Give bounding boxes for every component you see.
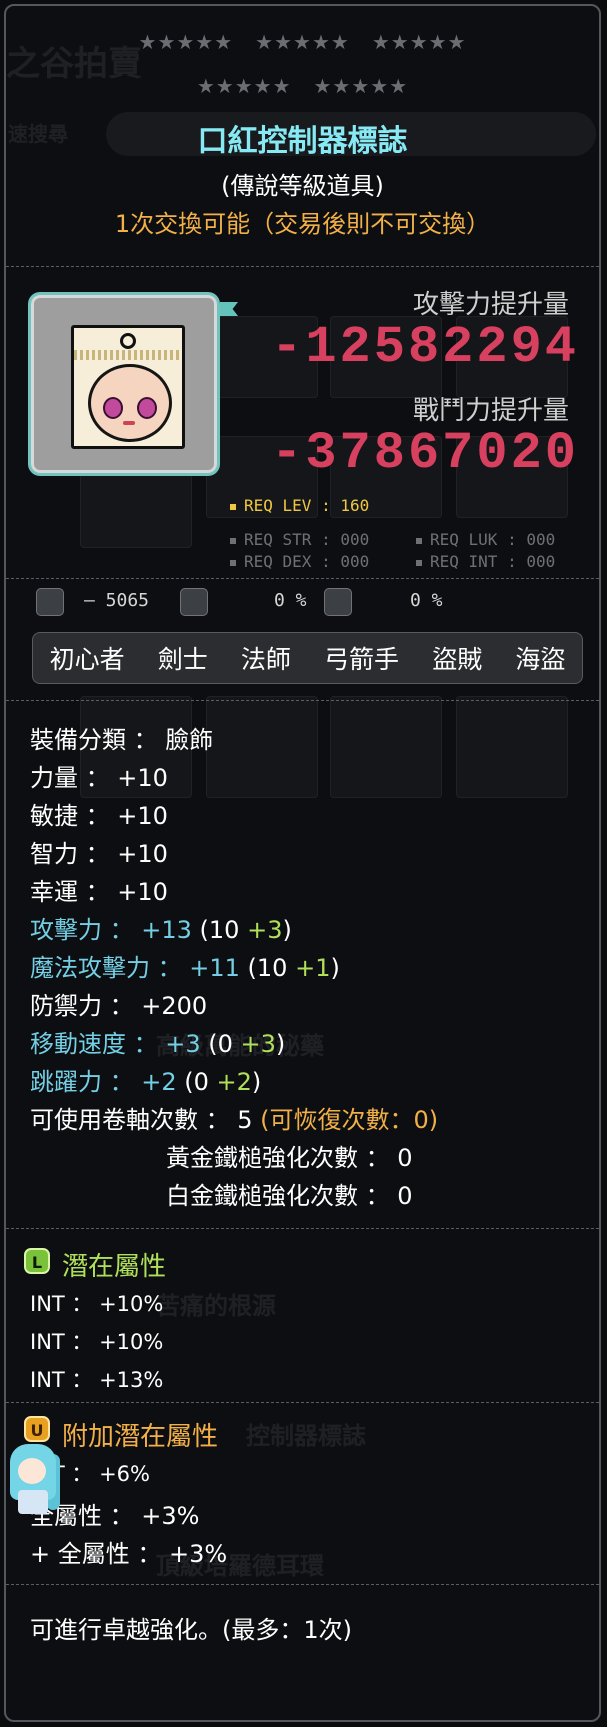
potential-line-1: INT ： +10% [30, 1292, 164, 1316]
item-name: 口紅控制器標誌 [197, 124, 408, 159]
lipstick-controller-emblem-icon [71, 325, 185, 449]
stat-platinum-hammer: 白金鐵槌強化次數 ： 0 [166, 1182, 413, 1210]
job-pirate: 海盜 [515, 645, 566, 674]
bookmark-flag-icon [220, 302, 238, 316]
armor-break-icon [36, 588, 64, 616]
divider [6, 266, 599, 267]
divider [6, 700, 599, 701]
stat-jump: 跳躍力 ： +2 (0 +2) [30, 1068, 262, 1096]
req-int: REQ INT : 000 [416, 552, 555, 571]
star-icon-group: ★★★★★ [371, 30, 467, 54]
potential-line-3: INT ： +13% [30, 1368, 164, 1392]
stat-int: 智力 ： +10 [30, 840, 168, 868]
stat-dex: 敏捷 ： +10 [30, 802, 168, 830]
stat-defense: 防禦力 ： +200 [30, 992, 208, 1020]
bg-hint-emblem: 控制器標誌 [246, 1422, 366, 1450]
req-str: REQ STR : 000 [230, 530, 369, 549]
shield-icon [324, 588, 352, 616]
stat-category: 裝備分類 ： 臉飾 [30, 726, 214, 754]
combat-increase-value: -37867020 [271, 424, 579, 483]
req-dex: REQ DEX : 000 [230, 552, 369, 571]
star-icon-group: ★★★★★ [196, 74, 292, 98]
job-beginner: 初心者 [49, 645, 125, 674]
trade-note: 1次交換可能（交易後則不可交換） [114, 210, 491, 238]
job-thief: 盜賊 [432, 645, 483, 674]
divider [6, 1228, 599, 1229]
job-bowman: 弓箭手 [324, 645, 400, 674]
req-luk: REQ LUK : 000 [416, 530, 555, 549]
exceptional-enhance-note: 可進行卓越強化。(最多：1次) [30, 1616, 352, 1644]
stat-attack: 攻擊力 ： +13 (10 +3) [30, 916, 292, 944]
divider [6, 1584, 599, 1585]
bg-slot [80, 466, 192, 548]
star-icon-group: ★★★★★ [313, 74, 409, 98]
item-grade: (傳說等級道具) [221, 172, 384, 200]
star-force-row-2: ★★★★★ ★★★★★ [6, 74, 599, 98]
attack-increase-label: 攻擊力提升量 [412, 290, 569, 320]
star-force-row-1: ★★★★★ ★★★★★ ★★★★★ [6, 30, 599, 54]
potential-title: 潛在屬性 [62, 1252, 167, 1282]
star-icon-group: ★★★★★ [138, 30, 234, 54]
item-tooltip: 之谷拍賣 速搜尋 高級萬能的秘藥 苦痛的根源 控制器標誌 頂級培羅德耳環 ★★★… [4, 4, 601, 1722]
bg-slot [206, 696, 318, 798]
stat-str: 力量 ： +10 [30, 764, 168, 792]
knockback-value: 0 % [274, 590, 307, 611]
stat-magic-attack: 魔法攻擊力 ： +11 (10 +1) [30, 954, 340, 982]
additional-potential-line-3: + 全屬性 ： +3% [30, 1540, 228, 1568]
bg-hint-pain: 苦痛的根源 [156, 1292, 276, 1320]
stat-scroll-slots: 可使用卷軸次數 ： 5 (可恢復次數：0) [30, 1106, 439, 1134]
combat-increase-label: 戰鬥力提升量 [412, 396, 569, 426]
divider [6, 578, 599, 579]
job-magician: 法師 [240, 645, 291, 674]
ignore-defense-value: – 5065 [84, 590, 150, 611]
stat-gold-hammer: 黃金鐵槌強化次數 ： 0 [166, 1144, 413, 1172]
chibi-character-icon [6, 1436, 62, 1518]
req-level: REQ LEV : 160 [230, 496, 369, 515]
legendary-grade-icon: L [24, 1248, 50, 1274]
potential-line-2: INT ： +10% [30, 1330, 164, 1354]
job-warrior: 劍士 [157, 645, 208, 674]
job-requirement-bar: 初心者 劍士 法師 弓箭手 盜賊 海盜 [32, 632, 583, 684]
attack-increase-value: -12582294 [271, 318, 579, 377]
divider [6, 1402, 599, 1403]
bg-slot [456, 696, 568, 798]
additional-potential-title: 附加潛在屬性 [62, 1422, 219, 1452]
knockback-icon [180, 588, 208, 616]
bg-slot [330, 696, 442, 798]
stat-speed: 移動速度 ： +3 (0 +3) [30, 1030, 286, 1058]
stat-luk: 幸運 ： +10 [30, 878, 168, 906]
star-icon-group: ★★★★★ [255, 30, 350, 54]
item-icon-frame [28, 292, 220, 476]
block-value: 0 % [410, 590, 443, 611]
